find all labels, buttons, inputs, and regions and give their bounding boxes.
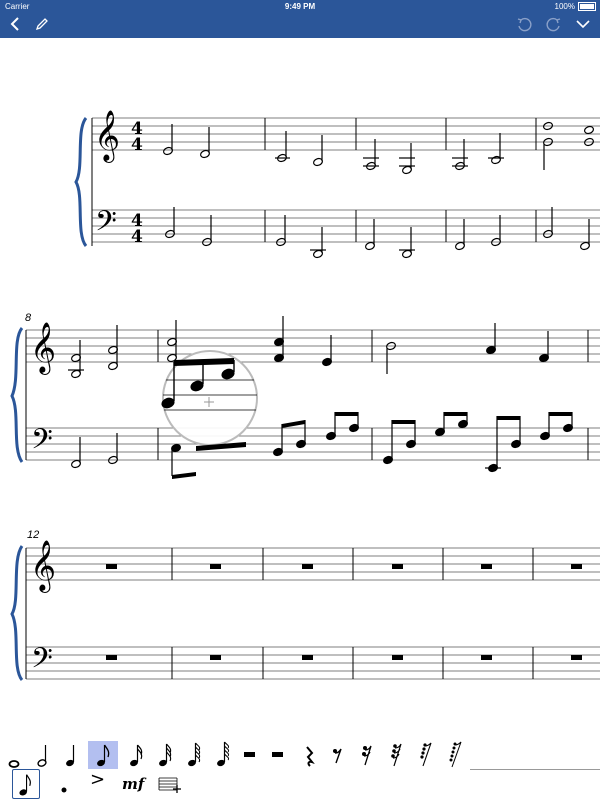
palette-eighth-note-boxed[interactable] <box>12 769 40 799</box>
palette-whole-rest[interactable] <box>238 741 262 769</box>
system-brace <box>10 327 24 463</box>
undo-icon <box>517 17 532 32</box>
battery-percent: 100% <box>554 2 575 11</box>
clock: 9:49 PM <box>284 2 316 11</box>
system-2: 8 𝄞 𝄢 <box>10 312 600 479</box>
palette-whole-note[interactable] <box>4 741 28 769</box>
treble-clef: 𝄞 <box>30 540 56 593</box>
bass-clef: 𝄢 <box>31 642 53 682</box>
palette-quarter-rest[interactable] <box>298 741 322 769</box>
chevron-down-icon <box>576 20 590 29</box>
time-sig-bottom-bass: 4 <box>131 227 143 247</box>
palette-divider <box>470 769 600 770</box>
one-twenty-eighth-note-icon <box>217 741 230 767</box>
palette-thirty-second-rest[interactable] <box>385 741 409 769</box>
time-sig-bottom: 4 <box>131 135 143 155</box>
battery-icon <box>578 2 596 11</box>
bass-staff <box>26 646 600 680</box>
palette-eighth-note[interactable] <box>88 741 118 769</box>
back-button[interactable] <box>6 14 26 34</box>
chevron-left-icon <box>10 17 19 31</box>
battery-indicator: 100% <box>555 2 596 11</box>
half-note-icon <box>37 745 47 767</box>
whole-rests <box>106 564 582 660</box>
undo-button[interactable] <box>514 14 534 34</box>
whole-rest-icon <box>244 752 255 757</box>
accent-icon: > <box>90 769 106 790</box>
system-brace <box>74 117 88 247</box>
palette-half-rest[interactable] <box>266 741 290 769</box>
status-bar: Carrier 9:49 PM 100% <box>0 0 600 13</box>
sixty-fourth-rest-icon <box>420 742 432 767</box>
treble-notes <box>163 121 594 175</box>
bass-notes <box>71 433 118 469</box>
treble-staff <box>26 329 600 363</box>
dynamic-icon: mf <box>122 775 145 793</box>
palette-one-twenty-eighth-rest[interactable] <box>443 741 467 769</box>
sixteenth-note-icon <box>130 744 143 767</box>
dot-icon <box>61 787 67 793</box>
palette-quarter-note[interactable] <box>60 741 84 769</box>
palette-add-measure[interactable] <box>156 769 184 799</box>
system-brace <box>10 545 24 681</box>
treble-quarter-notes <box>274 316 549 367</box>
palette-sixteenth-rest[interactable] <box>356 741 380 769</box>
system-1: 𝄞 𝄢 4 4 4 4 <box>74 110 600 259</box>
treble-staff <box>92 117 600 151</box>
bass-clef: 𝄢 <box>95 205 117 245</box>
palette-dot[interactable] <box>50 769 78 799</box>
palette-dynamic[interactable]: mf <box>120 769 148 799</box>
palette-sixty-fourth-rest[interactable] <box>414 741 438 769</box>
whole-note-icon <box>8 760 20 768</box>
palette-sixty-fourth-note[interactable] <box>182 741 206 769</box>
pencil-icon <box>35 18 48 31</box>
more-button[interactable] <box>573 14 593 34</box>
note-palette: > mf <box>0 738 600 800</box>
palette-accent[interactable]: > <box>84 769 112 799</box>
eighth-note-icon <box>97 744 110 767</box>
thirty-second-note-icon <box>159 743 172 767</box>
quarter-rest-icon <box>306 746 315 767</box>
eighth-rest-icon <box>333 748 342 764</box>
one-twenty-eighth-rest-icon <box>449 741 462 768</box>
treble-clef: 𝄞 <box>94 110 120 163</box>
redo-icon <box>546 17 561 32</box>
palette-sixteenth-note[interactable] <box>124 741 148 769</box>
eighth-note-boxed-icon <box>19 774 31 796</box>
quarter-note-icon <box>66 745 75 767</box>
treble-clef: 𝄞 <box>30 322 56 375</box>
redo-button[interactable] <box>544 14 564 34</box>
palette-one-twenty-eighth-note[interactable] <box>211 741 235 769</box>
bass-notes <box>165 207 590 259</box>
thirty-second-rest-icon <box>391 743 402 767</box>
palette-half-note[interactable] <box>32 741 56 769</box>
half-rest-icon <box>272 752 283 757</box>
system-3: 12 𝄞 𝄢 <box>10 529 600 682</box>
palette-thirty-second-note[interactable] <box>153 741 177 769</box>
bass-clef: 𝄢 <box>31 423 53 463</box>
edit-button[interactable] <box>32 14 52 34</box>
sixteenth-rest-icon <box>362 745 372 766</box>
score-canvas[interactable]: 𝄞 𝄢 4 4 4 4 8 𝄞 𝄢 12 𝄞 𝄢 <box>0 38 600 738</box>
sixty-fourth-note-icon <box>188 742 201 767</box>
top-toolbar: Carrier 9:49 PM 100% <box>0 0 600 38</box>
add-measure-icon <box>158 777 181 793</box>
palette-eighth-rest[interactable] <box>326 741 350 769</box>
